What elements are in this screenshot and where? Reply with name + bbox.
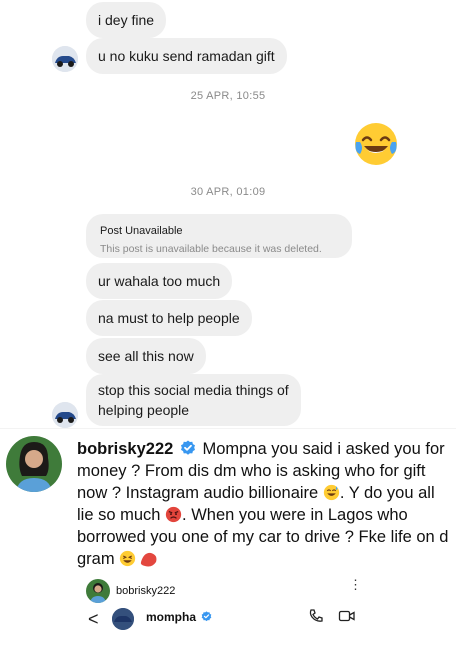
sender-avatar[interactable]	[52, 46, 78, 72]
grinning-sweat-emoji-icon	[323, 484, 339, 501]
back-arrow-icon: <	[88, 609, 99, 629]
message-text: see all this now	[98, 348, 194, 364]
message-text: ur wahala too much	[98, 273, 221, 289]
comment-username[interactable]: bobrisky222	[77, 440, 173, 458]
message-text: na must to help people	[98, 310, 240, 326]
timestamp: 25 APR, 10:55	[190, 90, 266, 102]
message-text: u no kuku send ramadan gift	[98, 48, 275, 64]
message-bubble[interactable]: i dey fine	[86, 2, 167, 38]
dm-conversation: i dey fine u no kuku send ramadan gift 2…	[0, 0, 456, 430]
message-text: helping people	[98, 402, 190, 418]
profile-photo-icon	[86, 579, 110, 603]
embedded-header: bobrisky222 ⋮	[76, 576, 374, 606]
car-avatar-icon	[112, 608, 134, 630]
instagram-comment: bobrisky222 Mompna you said i asked you …	[77, 438, 449, 570]
red-scribble-mark-icon	[140, 552, 157, 567]
commenter-avatar[interactable]	[6, 436, 62, 492]
post-subtitle: This post is unavailable because it was …	[100, 243, 322, 255]
message-bubble[interactable]: na must to help people	[86, 300, 252, 336]
car-avatar-icon	[52, 46, 78, 72]
mini-chat-name: mompha	[146, 610, 214, 624]
more-options-icon: ⋮	[349, 577, 362, 592]
divider	[0, 428, 456, 429]
timestamp: 30 APR, 01:09	[190, 186, 266, 198]
grinning-squint-emoji-icon	[120, 550, 136, 567]
unavailable-post-card[interactable]: Post Unavailable This post is unavailabl…	[86, 214, 352, 258]
phone-icon	[309, 609, 323, 622]
car-avatar-icon	[52, 402, 78, 428]
mini-chat-name-text: mompha	[146, 610, 197, 624]
tears-of-joy-emoji-icon[interactable]	[352, 120, 400, 168]
verified-badge-icon	[180, 440, 195, 455]
mini-chat-avatar	[112, 608, 134, 630]
angry-face-emoji-icon	[165, 506, 182, 523]
message-text: stop this social media things of	[98, 382, 289, 398]
video-call-icon	[338, 610, 355, 622]
message-bubble[interactable]: stop this social media things of helping…	[86, 374, 301, 426]
post-title: Post Unavailable	[100, 225, 183, 237]
message-bubble[interactable]: see all this now	[86, 338, 206, 374]
message-bubble[interactable]: ur wahala too much	[86, 263, 233, 299]
profile-photo-icon	[6, 436, 62, 492]
message-bubble[interactable]: u no kuku send ramadan gift	[86, 38, 287, 74]
mini-username: bobrisky222	[116, 585, 176, 597]
verified-badge-icon	[202, 611, 212, 622]
mini-avatar	[86, 579, 110, 603]
message-text: i dey fine	[98, 12, 155, 28]
embedded-screenshot: bobrisky222 ⋮ < mompha	[76, 576, 374, 640]
embedded-dm-header: < mompha	[76, 606, 374, 640]
sender-avatar[interactable]	[52, 402, 78, 428]
